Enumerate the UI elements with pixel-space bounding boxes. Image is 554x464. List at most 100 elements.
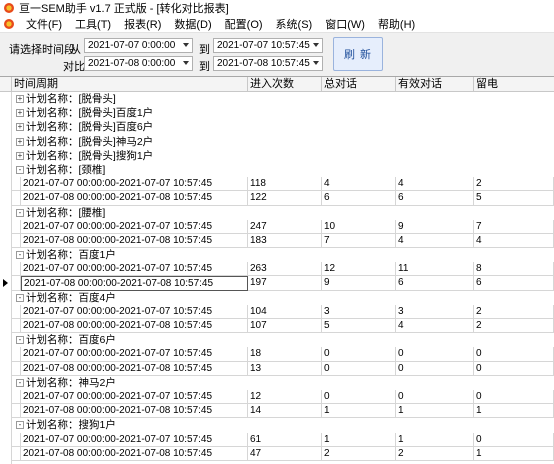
cell-period[interactable]: 2021-07-07 00:00:00-2021-07-07 10:57:45 bbox=[21, 219, 248, 234]
row-indicator[interactable] bbox=[0, 206, 10, 220]
cell-visits[interactable]: 18 bbox=[248, 347, 322, 362]
cell-total[interactable]: 1 bbox=[322, 404, 396, 419]
chevron-down-icon[interactable] bbox=[183, 43, 189, 47]
cell-total[interactable]: 10 bbox=[322, 219, 396, 234]
row-indicator[interactable] bbox=[0, 433, 10, 447]
group-row[interactable]: + 计划名称：[脱骨头]搜狗1户 bbox=[0, 149, 554, 163]
cell-visits[interactable]: 197 bbox=[248, 276, 322, 291]
group-row[interactable]: - 计划名称：[颈椎] bbox=[0, 163, 554, 177]
table-row[interactable]: 2021-07-08 00:00:00-2021-07-08 10:57:45 1… bbox=[0, 319, 554, 334]
table-row[interactable]: 2021-07-08 00:00:00-2021-07-08 10:57:45 1… bbox=[0, 191, 554, 206]
cell-total[interactable]: 0 bbox=[322, 361, 396, 376]
row-indicator[interactable] bbox=[0, 347, 10, 361]
table-row[interactable]: 2021-07-08 00:00:00-2021-07-08 10:57:45 1… bbox=[0, 404, 554, 419]
cell-valid[interactable]: 0 bbox=[396, 347, 474, 362]
cell-total[interactable]: 12 bbox=[322, 262, 396, 277]
refresh-button[interactable]: 刷 新 bbox=[333, 37, 383, 71]
row-indicator[interactable] bbox=[0, 92, 10, 106]
cell-total[interactable]: 2 bbox=[322, 446, 396, 461]
cell-phone[interactable]: 2 bbox=[474, 319, 554, 334]
cell-period[interactable]: 2021-07-07 00:00:00-2021-07-07 10:57:45 bbox=[21, 262, 248, 277]
table-row[interactable]: 2021-07-07 00:00:00-2021-07-07 10:57:45 1… bbox=[0, 177, 554, 192]
cell-phone[interactable]: 0 bbox=[474, 347, 554, 362]
table-row[interactable]: 2021-07-07 00:00:00-2021-07-07 10:57:45 2… bbox=[0, 262, 554, 277]
cell-visits[interactable]: 183 bbox=[248, 233, 322, 249]
group-row[interactable]: - 计划名称：神马2户 bbox=[0, 376, 554, 390]
row-indicator[interactable] bbox=[0, 106, 10, 120]
group-row[interactable]: - 计划名称：[腰椎] bbox=[0, 206, 554, 220]
cell-period[interactable]: 2021-07-07 00:00:00-2021-07-07 10:57:45 bbox=[21, 177, 248, 192]
cell-visits[interactable]: 14 bbox=[248, 404, 322, 419]
cell-phone[interactable]: 0 bbox=[474, 361, 554, 376]
collapse-icon[interactable]: - bbox=[16, 208, 24, 217]
row-indicator[interactable] bbox=[0, 149, 10, 163]
cell-valid[interactable]: 6 bbox=[396, 276, 474, 291]
expand-icon[interactable]: + bbox=[16, 109, 24, 118]
cell-phone[interactable]: 7 bbox=[474, 219, 554, 234]
row-indicator[interactable] bbox=[0, 191, 10, 205]
cell-total[interactable]: 6 bbox=[322, 191, 396, 206]
cell-period[interactable]: 2021-07-07 00:00:00-2021-07-07 10:57:45 bbox=[21, 347, 248, 362]
cell-visits[interactable]: 118 bbox=[248, 177, 322, 192]
cell-period[interactable]: 2021-07-07 00:00:00-2021-07-07 10:57:45 bbox=[21, 432, 248, 447]
cell-phone[interactable]: 2 bbox=[474, 177, 554, 192]
cell-visits[interactable]: 13 bbox=[248, 361, 322, 376]
cell-visits[interactable]: 263 bbox=[248, 262, 322, 277]
cell-visits[interactable]: 104 bbox=[248, 304, 322, 319]
collapse-icon[interactable]: - bbox=[16, 251, 24, 260]
collapse-icon[interactable]: - bbox=[16, 421, 24, 430]
group-row[interactable]: + 计划名称：[脱骨头]神马2户 bbox=[0, 135, 554, 149]
cell-phone[interactable]: 6 bbox=[474, 276, 554, 291]
group-row[interactable]: + 计划名称：[脱骨头]百度1户 bbox=[0, 106, 554, 120]
cell-period[interactable]: 2021-07-08 00:00:00-2021-07-08 10:57:45 bbox=[21, 446, 248, 461]
cell-period[interactable]: 2021-07-07 00:00:00-2021-07-07 10:57:45 bbox=[21, 304, 248, 319]
table-row[interactable]: 2021-07-08 00:00:00-2021-07-08 10:57:45 1… bbox=[0, 233, 554, 249]
expand-icon[interactable]: + bbox=[16, 137, 24, 146]
cell-visits[interactable]: 247 bbox=[248, 219, 322, 234]
cell-visits[interactable]: 12 bbox=[248, 389, 322, 405]
row-indicator[interactable] bbox=[0, 262, 10, 276]
header-valid[interactable]: 有效对话 bbox=[396, 77, 474, 92]
cell-valid[interactable]: 0 bbox=[396, 389, 474, 405]
cell-total[interactable]: 5 bbox=[322, 319, 396, 334]
menu-config[interactable]: 配置(O) bbox=[222, 16, 273, 32]
cell-phone[interactable]: 0 bbox=[474, 432, 554, 447]
app-menu-icon[interactable] bbox=[3, 18, 15, 30]
cell-valid[interactable]: 1 bbox=[396, 432, 474, 447]
collapse-icon[interactable]: - bbox=[16, 165, 24, 174]
expand-icon[interactable]: + bbox=[16, 123, 24, 132]
cell-phone[interactable]: 2 bbox=[474, 304, 554, 319]
row-indicator[interactable] bbox=[0, 319, 10, 333]
group-row[interactable]: - 计划名称：搜狗1户 bbox=[0, 418, 554, 432]
row-indicator[interactable] bbox=[0, 135, 10, 149]
header-visits[interactable]: 进入次数 bbox=[248, 77, 322, 92]
table-row[interactable]: 2021-07-08 00:00:00-2021-07-08 10:57:45 1… bbox=[0, 361, 554, 376]
menu-reports[interactable]: 报表(R) bbox=[121, 16, 171, 32]
cell-total[interactable]: 0 bbox=[322, 389, 396, 405]
chevron-down-icon[interactable] bbox=[313, 61, 319, 65]
group-row[interactable]: + 计划名称：[脱骨头]百度6户 bbox=[0, 120, 554, 134]
row-indicator[interactable] bbox=[0, 120, 10, 134]
cell-period[interactable]: 2021-07-08 00:00:00-2021-07-08 10:57:45 bbox=[21, 404, 248, 419]
table-row[interactable]: 2021-07-07 00:00:00-2021-07-07 10:57:45 2… bbox=[0, 219, 554, 234]
row-indicator[interactable] bbox=[0, 447, 10, 461]
cell-visits[interactable]: 61 bbox=[248, 432, 322, 447]
header-total[interactable]: 总对话 bbox=[322, 77, 396, 92]
chevron-down-icon[interactable] bbox=[313, 43, 319, 47]
cell-valid[interactable]: 0 bbox=[396, 361, 474, 376]
cell-phone[interactable]: 0 bbox=[474, 389, 554, 405]
cell-total[interactable]: 3 bbox=[322, 304, 396, 319]
menu-help[interactable]: 帮助(H) bbox=[375, 16, 425, 32]
collapse-icon[interactable]: - bbox=[16, 378, 24, 387]
cell-visits[interactable]: 47 bbox=[248, 446, 322, 461]
table-row[interactable]: 2021-07-08 00:00:00-2021-07-08 10:57:45 4… bbox=[0, 446, 554, 461]
cell-period[interactable]: 2021-07-08 00:00:00-2021-07-08 10:57:45 bbox=[21, 233, 248, 249]
menu-data[interactable]: 数据(D) bbox=[171, 16, 221, 32]
collapse-icon[interactable]: - bbox=[16, 336, 24, 345]
cmp-start-picker[interactable]: 2021-07-08 0:00:00 bbox=[84, 56, 193, 71]
table-row[interactable]: 2021-07-07 00:00:00-2021-07-07 10:57:45 1… bbox=[0, 347, 554, 362]
table-row[interactable]: 2021-07-08 00:00:00-2021-07-08 10:57:45 1… bbox=[0, 276, 554, 291]
row-indicator[interactable] bbox=[0, 220, 10, 234]
group-row[interactable]: - 计划名称：百度1户 bbox=[0, 248, 554, 262]
from-end-picker[interactable]: 2021-07-07 10:57:45 bbox=[213, 38, 323, 53]
